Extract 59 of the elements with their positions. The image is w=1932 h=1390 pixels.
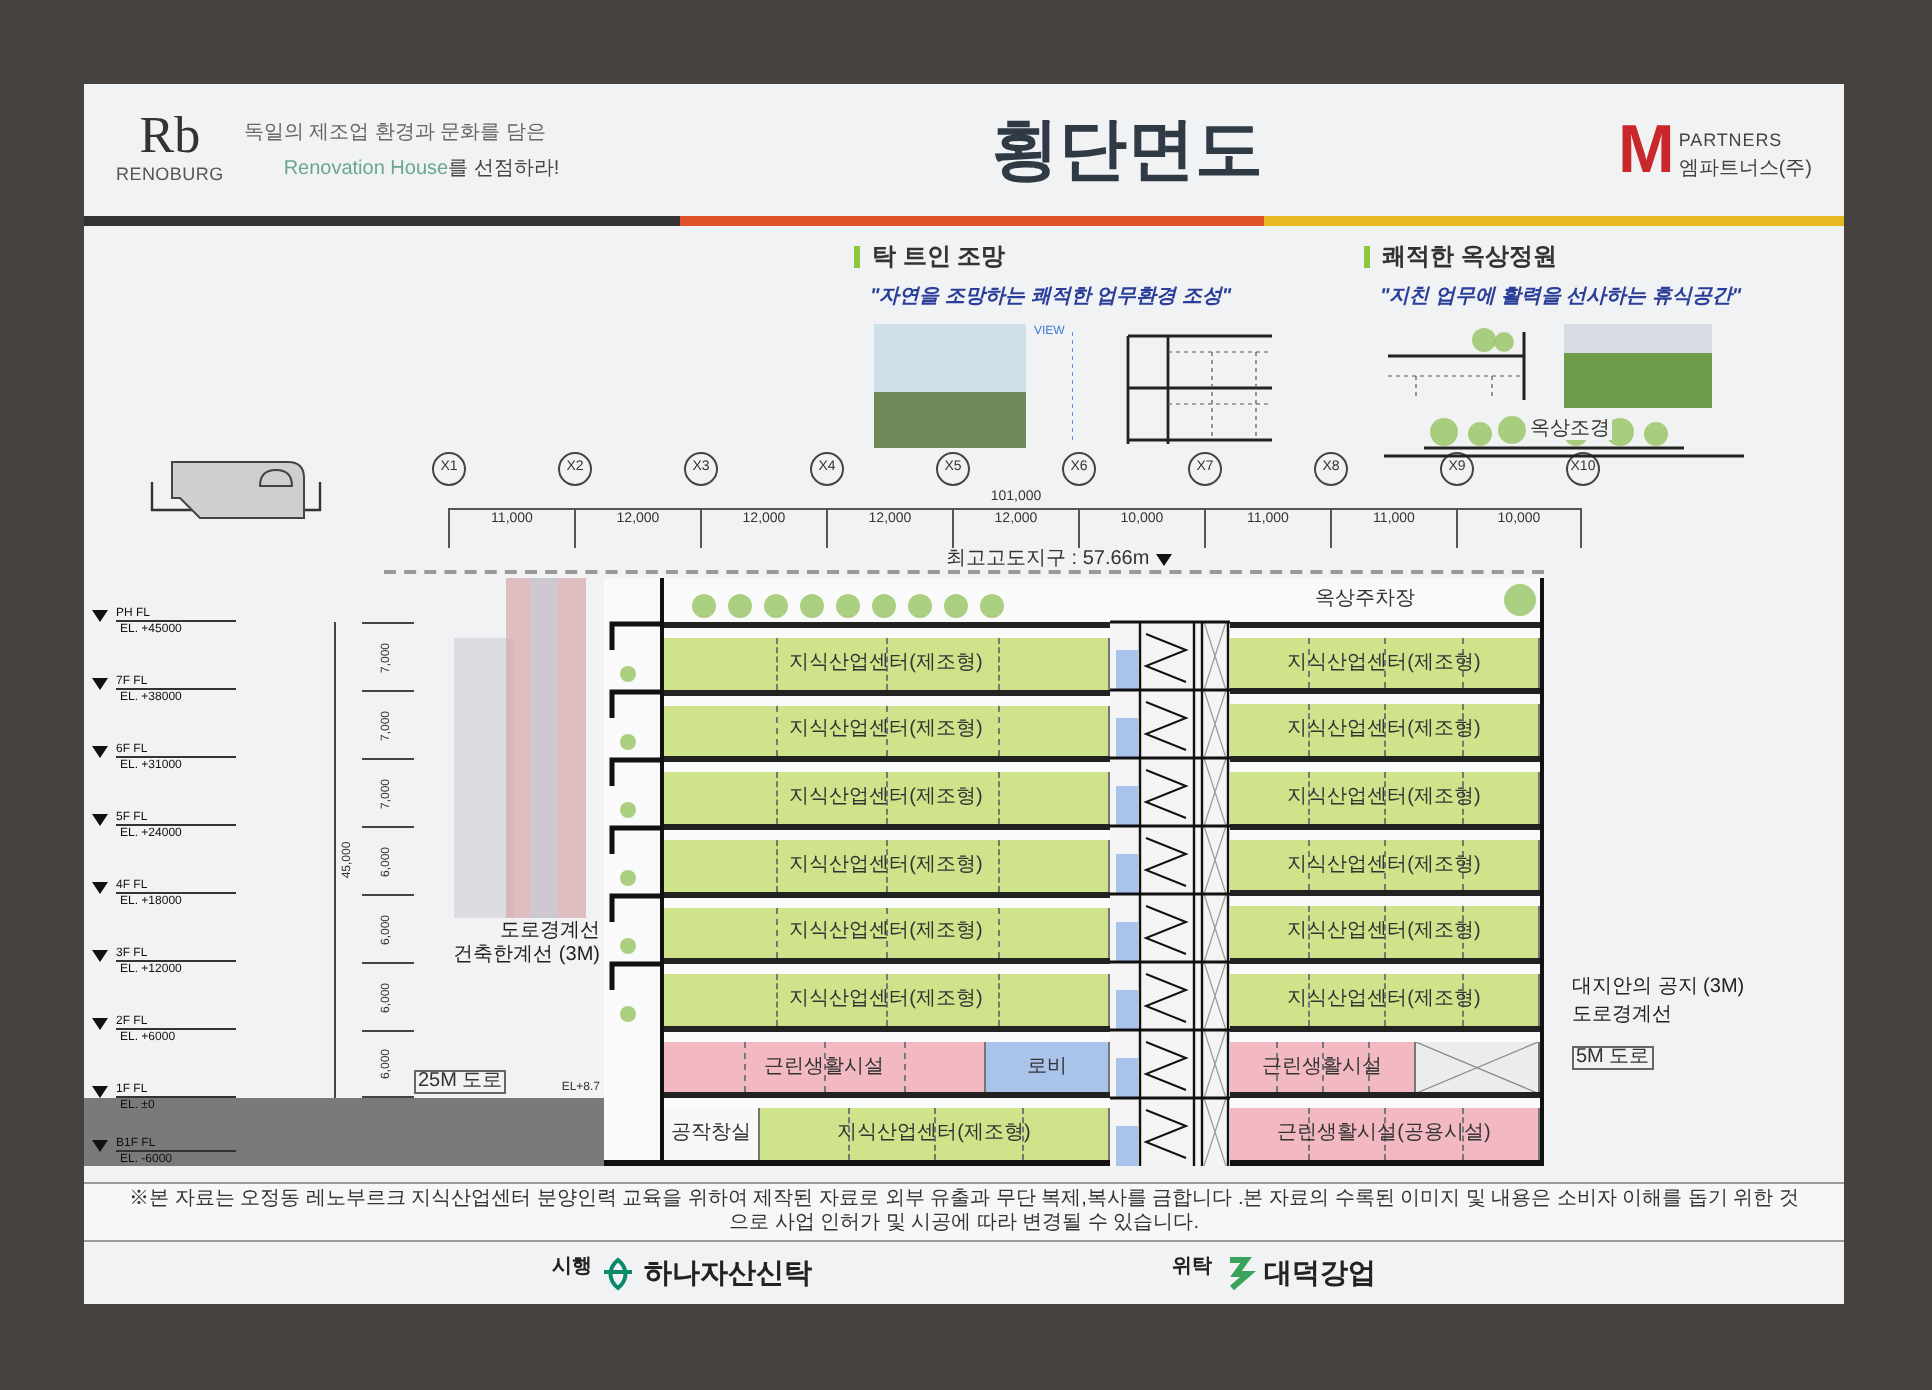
retail-unit: 근린생활시설 [664,1041,986,1093]
company-name: 하나자산신탁 [644,1254,812,1292]
page-title: 횡단면도 [991,109,1265,191]
footer-role: 시행 [552,1254,592,1282]
level-marker-icon [92,881,108,893]
logo-subtitle: 엠파트너스(주) [1678,156,1812,184]
accent-bar [1364,245,1370,267]
office-unit: 지식산업센터(제조형) [1230,637,1540,689]
office-unit: 지식산업센터(제조형) [664,772,1110,824]
logo-name: RENOBURG [116,162,224,189]
logo-name: PARTNERS [1678,127,1785,153]
boundary-label: 도로경계선 [500,922,600,942]
road-label: 25M 도로 [414,1070,507,1094]
office-unit: 지식산업센터(제조형) [1230,974,1540,1026]
feature-quote: "지친 업무에 활력을 선사하는 휴식공간" [1378,284,1744,312]
level-marker-icon [92,1017,108,1029]
office-unit: 지식산업센터(제조형) [664,705,1110,757]
level-marker-icon [92,1085,108,1097]
office-unit: 지식산업센터(제조형) [1230,704,1540,757]
company-name: 대덕강업 [1264,1254,1376,1292]
tagline: Renovation House를 선점하라! [281,155,560,183]
logo-mark: Rb [139,110,201,163]
level-marker-icon [92,677,108,689]
office-unit: 지식산업센터(제조형) [1230,839,1540,891]
logo-mark: M [1618,116,1675,184]
boundary-label: 건축한계선 (3M) [453,946,600,966]
level-marker-icon [1155,553,1172,565]
level-marker-icon [92,1139,108,1151]
retail-unit: 근린생활시설(공용시설) [1230,1108,1540,1161]
feature-heading: 쾌적한 옥상정원 [1382,240,1557,274]
garden-label: 옥상조경 [1528,420,1612,440]
office-unit: 지식산업센터(제조형) [1230,772,1540,824]
office-unit: 지식산업센터(제조형) [664,974,1110,1026]
retail-unit: 근린생활시설 [1230,1041,1416,1093]
lobby-unit: 로비 [986,1041,1110,1093]
company-logo-icon [600,1255,636,1291]
boundary-label: 도로경계선 [1572,1006,1674,1026]
height-limit-label: 최고고도지구 : 57.66m [946,549,1150,569]
feature-heading: 탁 트인 조망 [872,240,1006,274]
tagline: 독일의 제조업 환경과 문화를 담은 [243,119,548,147]
level-marker-icon [92,745,108,757]
office-unit: 지식산업센터(제조형) [760,1108,1110,1160]
tree-icon [1500,581,1540,618]
disclaimer-text: ※본 자료는 오정동 레노부르크 지식산업센터 분양인력 교육을 위하여 제작된 자료로 외부 유출과 무단 복제,복사를 금합니다 .본 자료의 수록된 이미지 및 내용은 소비자 이해를 돕기 위한 것으로 사업 인허가 및 시공에 따라 변경될 수 있습니다. [84,1182,1844,1242]
office-unit: 지식산업센터(제조형) [664,839,1110,891]
roof-label: 옥상주차장 [1313,589,1417,610]
feature-quote: "자연을 조망하는 쾌적한 업무환경 조성" [868,284,1234,312]
accent-bar [854,245,860,267]
footer-role: 위탁 [1172,1254,1212,1282]
road-label: 5M 도로 [1572,1046,1654,1070]
rooftop-section-drawing [1388,324,1532,404]
level-marker-icon [92,609,108,621]
void-shaft [1416,1041,1540,1093]
level-marker-icon [92,813,108,825]
office-unit: 지식산업센터(제조형) [664,907,1110,959]
boundary-label: 대지안의 공지 (3M) [1572,978,1747,998]
office-unit: 지식산업센터(제조형) [1230,906,1540,959]
office-unit: 지식산업센터(제조형) [664,638,1110,690]
level-marker-icon [92,949,108,961]
